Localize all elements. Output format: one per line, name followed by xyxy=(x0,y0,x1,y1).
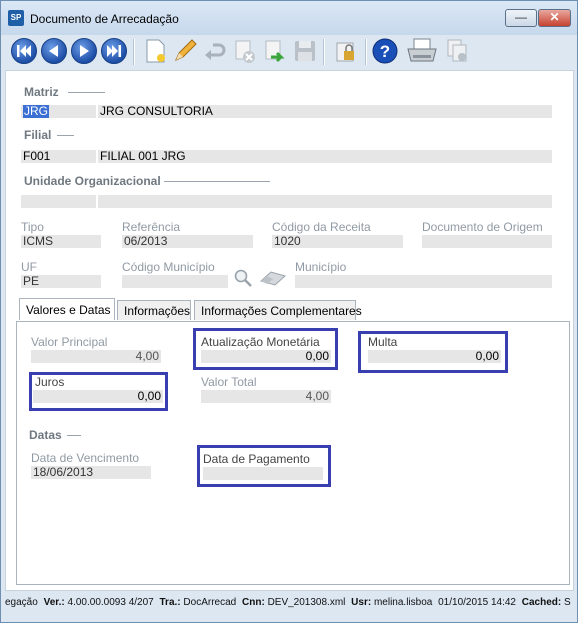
lock-icon[interactable] xyxy=(331,37,359,65)
undo-icon[interactable] xyxy=(201,37,229,65)
section-divider xyxy=(68,92,105,93)
toolbar-separator xyxy=(133,39,135,65)
application-window: SP Documento de Arrecadação — ✕ ? Matriz… xyxy=(0,0,578,623)
tab-informacoes-complementares[interactable]: Informações Complementares xyxy=(194,300,362,320)
uf-field[interactable]: PE xyxy=(21,275,101,288)
municipio-field[interactable] xyxy=(295,275,552,288)
codigo-receita-label: Código da Receita xyxy=(272,220,371,234)
documento-origem-label: Documento de Origem xyxy=(422,220,543,234)
document-form: Matriz JRG JRG CONSULTORIA Filial F001 F… xyxy=(5,70,574,591)
title-bar: SP Documento de Arrecadação — ✕ xyxy=(1,1,577,35)
minimize-button[interactable]: — xyxy=(505,9,537,27)
status-transaction: DocArrecad xyxy=(183,597,237,608)
valor-total-label: Valor Total xyxy=(201,375,257,389)
status-version: 4.00.00.0093 xyxy=(67,597,126,608)
save-icon[interactable] xyxy=(291,37,319,65)
eraser-icon[interactable] xyxy=(259,269,287,287)
filial-code-field[interactable]: F001 xyxy=(21,150,96,163)
unidade-name-field xyxy=(98,195,552,208)
filial-name-field: FILIAL 001 JRG xyxy=(98,150,552,163)
new-document-icon[interactable] xyxy=(141,37,169,65)
copy-icon[interactable] xyxy=(443,37,471,65)
valor-principal-label: Valor Principal xyxy=(31,335,108,349)
matriz-section-title: Matriz xyxy=(24,85,59,99)
valor-total-field[interactable]: 4,00 xyxy=(201,390,331,403)
highlight-box xyxy=(29,372,168,411)
filial-section-title: Filial xyxy=(24,128,52,142)
documento-origem-field[interactable] xyxy=(422,235,552,248)
status-tra-label: Tra.: xyxy=(159,597,181,608)
status-datetime: 01/10/2015 14:42 xyxy=(438,597,516,608)
delete-icon[interactable] xyxy=(231,37,259,65)
status-usr-label: Usr: xyxy=(351,597,372,608)
tipo-field[interactable]: ICMS xyxy=(21,235,101,248)
referencia-field[interactable]: 06/2013 xyxy=(122,235,253,248)
highlight-box xyxy=(193,328,338,370)
previous-record-icon[interactable] xyxy=(41,38,67,64)
uf-label: UF xyxy=(21,260,37,274)
matriz-name-field: JRG CONSULTORIA xyxy=(98,105,552,118)
search-icon[interactable] xyxy=(233,268,253,288)
status-build: 4/207 xyxy=(128,597,154,608)
edit-pencil-icon[interactable] xyxy=(171,37,199,65)
help-icon[interactable]: ? xyxy=(371,37,399,65)
tab-valores-e-datas[interactable]: Valores e Datas xyxy=(19,298,115,320)
print-icon[interactable] xyxy=(405,37,439,65)
toolbar-separator xyxy=(323,39,325,65)
toolbar: ? xyxy=(5,35,573,69)
status-user: melina.lisboa xyxy=(373,597,433,608)
tab-informacoes[interactable]: Informações xyxy=(117,300,191,320)
status-ver-label: Ver.: xyxy=(43,597,65,608)
toolbar-separator xyxy=(365,39,367,65)
status-cached-label: Cached: xyxy=(521,597,562,608)
datas-section-title: Datas xyxy=(29,428,62,442)
codigo-municipio-field[interactable] xyxy=(122,275,228,288)
first-record-icon[interactable] xyxy=(11,38,37,64)
codigo-receita-field[interactable]: 1020 xyxy=(272,235,403,248)
status-cnn-label: Cnn: xyxy=(242,597,265,608)
valor-principal-field[interactable]: 4,00 xyxy=(31,350,161,363)
valores-e-datas-panel: Valor Principal 4,00 Atualização Monetár… xyxy=(16,321,570,585)
app-logo-icon: SP xyxy=(8,10,24,26)
last-record-icon[interactable] xyxy=(101,38,127,64)
highlight-box xyxy=(197,445,331,487)
section-divider xyxy=(57,135,74,136)
highlight-box xyxy=(358,331,508,373)
window-title: Documento de Arrecadação xyxy=(30,12,179,26)
close-button[interactable]: ✕ xyxy=(538,9,571,27)
status-bar: egação Ver.: 4.00.00.0093 4/207 Tra.: Do… xyxy=(1,591,577,614)
matriz-code-field[interactable]: JRG xyxy=(21,105,96,118)
status-connection: DEV_201308.xml xyxy=(267,597,346,608)
unidade-code-field[interactable] xyxy=(21,195,96,208)
data-vencimento-label: Data de Vencimento xyxy=(31,451,140,465)
status-cached: S xyxy=(564,597,571,608)
referencia-label: Referência xyxy=(122,220,181,234)
section-divider xyxy=(164,181,270,182)
section-divider xyxy=(67,435,81,436)
codigo-municipio-label: Código Município xyxy=(122,260,215,274)
matriz-code-value: JRG xyxy=(23,105,49,118)
confirm-icon[interactable] xyxy=(261,37,289,65)
next-record-icon[interactable] xyxy=(71,38,97,64)
municipio-label: Município xyxy=(295,260,347,274)
status-nav: egação xyxy=(5,597,38,608)
tipo-label: Tipo xyxy=(21,220,44,234)
data-vencimento-field[interactable]: 18/06/2013 xyxy=(31,466,151,479)
unidade-section-title: Unidade Organizacional xyxy=(24,174,161,188)
svg-text:?: ? xyxy=(380,42,390,61)
